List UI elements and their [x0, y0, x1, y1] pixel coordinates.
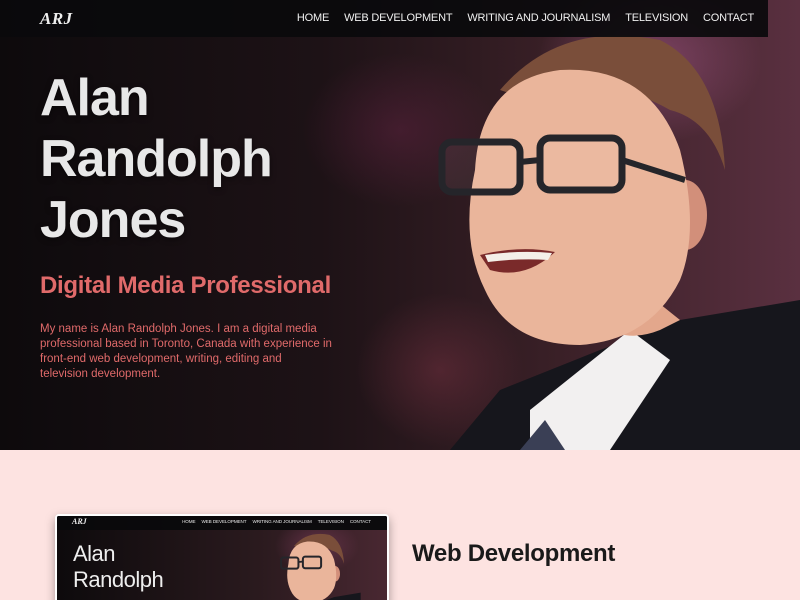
web-development-preview-card[interactable]: ARJ HOME WEB DEVELOPMENT WRITING AND JOU… [55, 514, 389, 600]
preview-nav-item: CONTACT [349, 519, 371, 524]
preview-nav-item: TELEVISION [317, 519, 344, 524]
web-development-heading: Web Development [412, 540, 616, 567]
hero-section: ARJ HOME WEB DEVELOPMENT WRITING AND JOU… [0, 0, 800, 450]
nav-television-link[interactable]: TELEVISION [625, 12, 688, 24]
hero-title-line: Randolph [40, 130, 273, 188]
preview-title-line: Randolph [73, 567, 164, 592]
hero-subtitle: Digital Media Professional [40, 272, 331, 299]
nav-home-link[interactable]: HOME [297, 12, 329, 24]
preview-title-line: Alan [73, 541, 116, 566]
preview-title: Alan Randolph [73, 541, 213, 593]
nav-writing-journalism-link[interactable]: WRITING AND JOURNALISM [467, 12, 610, 24]
nav-web-development-link[interactable]: WEB DEVELOPMENT [344, 12, 452, 24]
preview-nav-item: WRITING AND JOURNALISM [252, 519, 312, 524]
preview-nav: HOME WEB DEVELOPMENT WRITING AND JOURNAL… [182, 519, 371, 524]
hero-title: Alan Randolph Jones [40, 68, 340, 251]
site-logo[interactable]: ARJ [40, 9, 73, 29]
preview-navbar: ARJ HOME WEB DEVELOPMENT WRITING AND JOU… [57, 516, 387, 530]
top-navbar: ARJ HOME WEB DEVELOPMENT WRITING AND JOU… [0, 0, 768, 37]
portrait-photo [438, 35, 800, 450]
preview-nav-item: HOME [182, 519, 196, 524]
preview-portrait-photo [280, 533, 361, 600]
hero-title-line: Jones [40, 191, 186, 249]
preview-logo: ARJ [72, 517, 87, 526]
main-nav: HOME WEB DEVELOPMENT WRITING AND JOURNAL… [297, 12, 754, 24]
nav-contact-link[interactable]: CONTACT [703, 12, 754, 24]
preview-nav-item: WEB DEVELOPMENT [201, 519, 247, 524]
hero-title-line: Alan [40, 69, 150, 127]
hero-intro-text: My name is Alan Randolph Jones. I am a d… [40, 323, 332, 380]
